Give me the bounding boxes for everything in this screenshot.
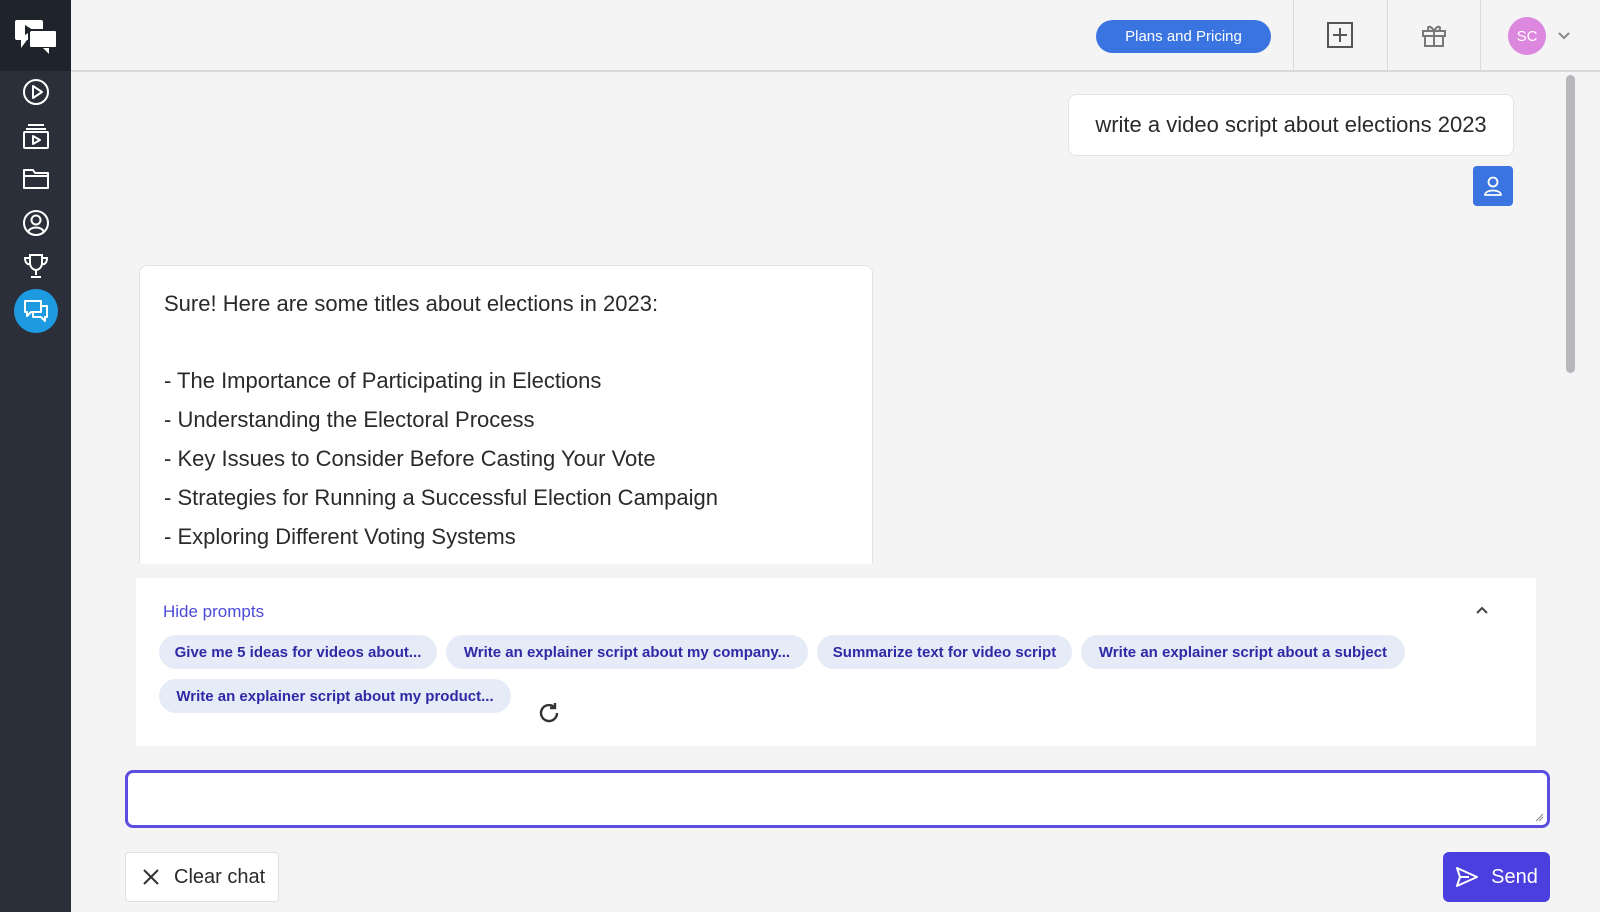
gift-icon	[1422, 25, 1446, 47]
user-avatar	[1473, 166, 1513, 206]
list-item: - The Role of Social Media in Shaping El…	[164, 556, 848, 564]
clear-chat-button[interactable]: Clear chat	[125, 852, 279, 902]
prompt-chip[interactable]: Write an explainer script about a subjec…	[1081, 635, 1405, 669]
assistant-intro: Sure! Here are some titles about electio…	[164, 291, 659, 316]
prompt-chip[interactable]: Write an explainer script about my produ…	[159, 679, 511, 713]
top-bar: Plans and Pricing SC	[71, 0, 1600, 72]
user-circle-icon	[23, 210, 49, 236]
list-item: - Key Issues to Consider Before Casting …	[164, 446, 656, 471]
prompt-chip[interactable]: Write an explainer script about my compa…	[446, 635, 808, 669]
message-input[interactable]	[128, 773, 1547, 825]
prompt-chip[interactable]: Give me 5 ideas for videos about...	[159, 635, 437, 669]
close-icon	[143, 869, 159, 885]
user-icon	[1484, 176, 1502, 196]
hide-prompts-toggle[interactable]: Hide prompts	[163, 602, 264, 622]
chevron-up-icon[interactable]	[1472, 600, 1492, 620]
message-input-container	[125, 770, 1550, 828]
divider	[1293, 0, 1294, 72]
divider	[1387, 0, 1388, 72]
sidebar-item-achievements[interactable]	[14, 244, 58, 288]
avatar[interactable]: SC	[1508, 17, 1546, 55]
play-icon	[23, 79, 49, 105]
plans-and-pricing-button[interactable]: Plans and Pricing	[1096, 20, 1271, 53]
add-square-icon	[1327, 22, 1353, 48]
sidebar-item-chat[interactable]	[14, 289, 58, 333]
prompts-panel: Hide prompts Give me 5 ideas for videos …	[136, 578, 1536, 746]
sidebar-item-play[interactable]	[14, 70, 58, 114]
sidebar-item-videos[interactable]	[14, 114, 58, 158]
chat-scrollbar[interactable]	[1566, 75, 1575, 373]
list-item: - Understanding the Electoral Process	[164, 407, 535, 432]
app-logo[interactable]	[0, 0, 71, 71]
assistant-message: Sure! Here are some titles about electio…	[139, 265, 873, 564]
gift-button[interactable]	[1417, 18, 1451, 52]
list-item: - Exploring Different Voting Systems	[164, 524, 516, 549]
new-project-button[interactable]	[1323, 18, 1357, 52]
list-item: - Strategies for Running a Successful El…	[164, 485, 718, 510]
clear-chat-label: Clear chat	[174, 865, 266, 888]
divider	[1480, 0, 1481, 72]
sidebar	[0, 0, 71, 912]
sidebar-item-folders[interactable]	[14, 156, 58, 200]
chat-area: write a video script about elections 202…	[71, 74, 1600, 564]
prompt-chip[interactable]: Summarize text for video script	[817, 635, 1072, 669]
send-button[interactable]: Send	[1443, 852, 1550, 902]
trophy-icon	[23, 254, 49, 278]
send-icon	[1456, 867, 1479, 887]
user-message: write a video script about elections 202…	[1068, 94, 1514, 156]
chevron-down-icon[interactable]	[1556, 27, 1572, 43]
send-label: Send	[1491, 865, 1538, 888]
sidebar-item-account[interactable]	[14, 201, 58, 245]
folder-icon	[23, 169, 49, 189]
video-library-icon	[23, 124, 49, 149]
list-item: - The Importance of Participating in Ele…	[164, 368, 602, 393]
refresh-icon[interactable]	[537, 701, 561, 725]
chat-icon	[24, 300, 48, 322]
resize-grip-icon[interactable]	[1534, 812, 1544, 822]
chat-bubbles-logo-icon	[14, 19, 58, 54]
